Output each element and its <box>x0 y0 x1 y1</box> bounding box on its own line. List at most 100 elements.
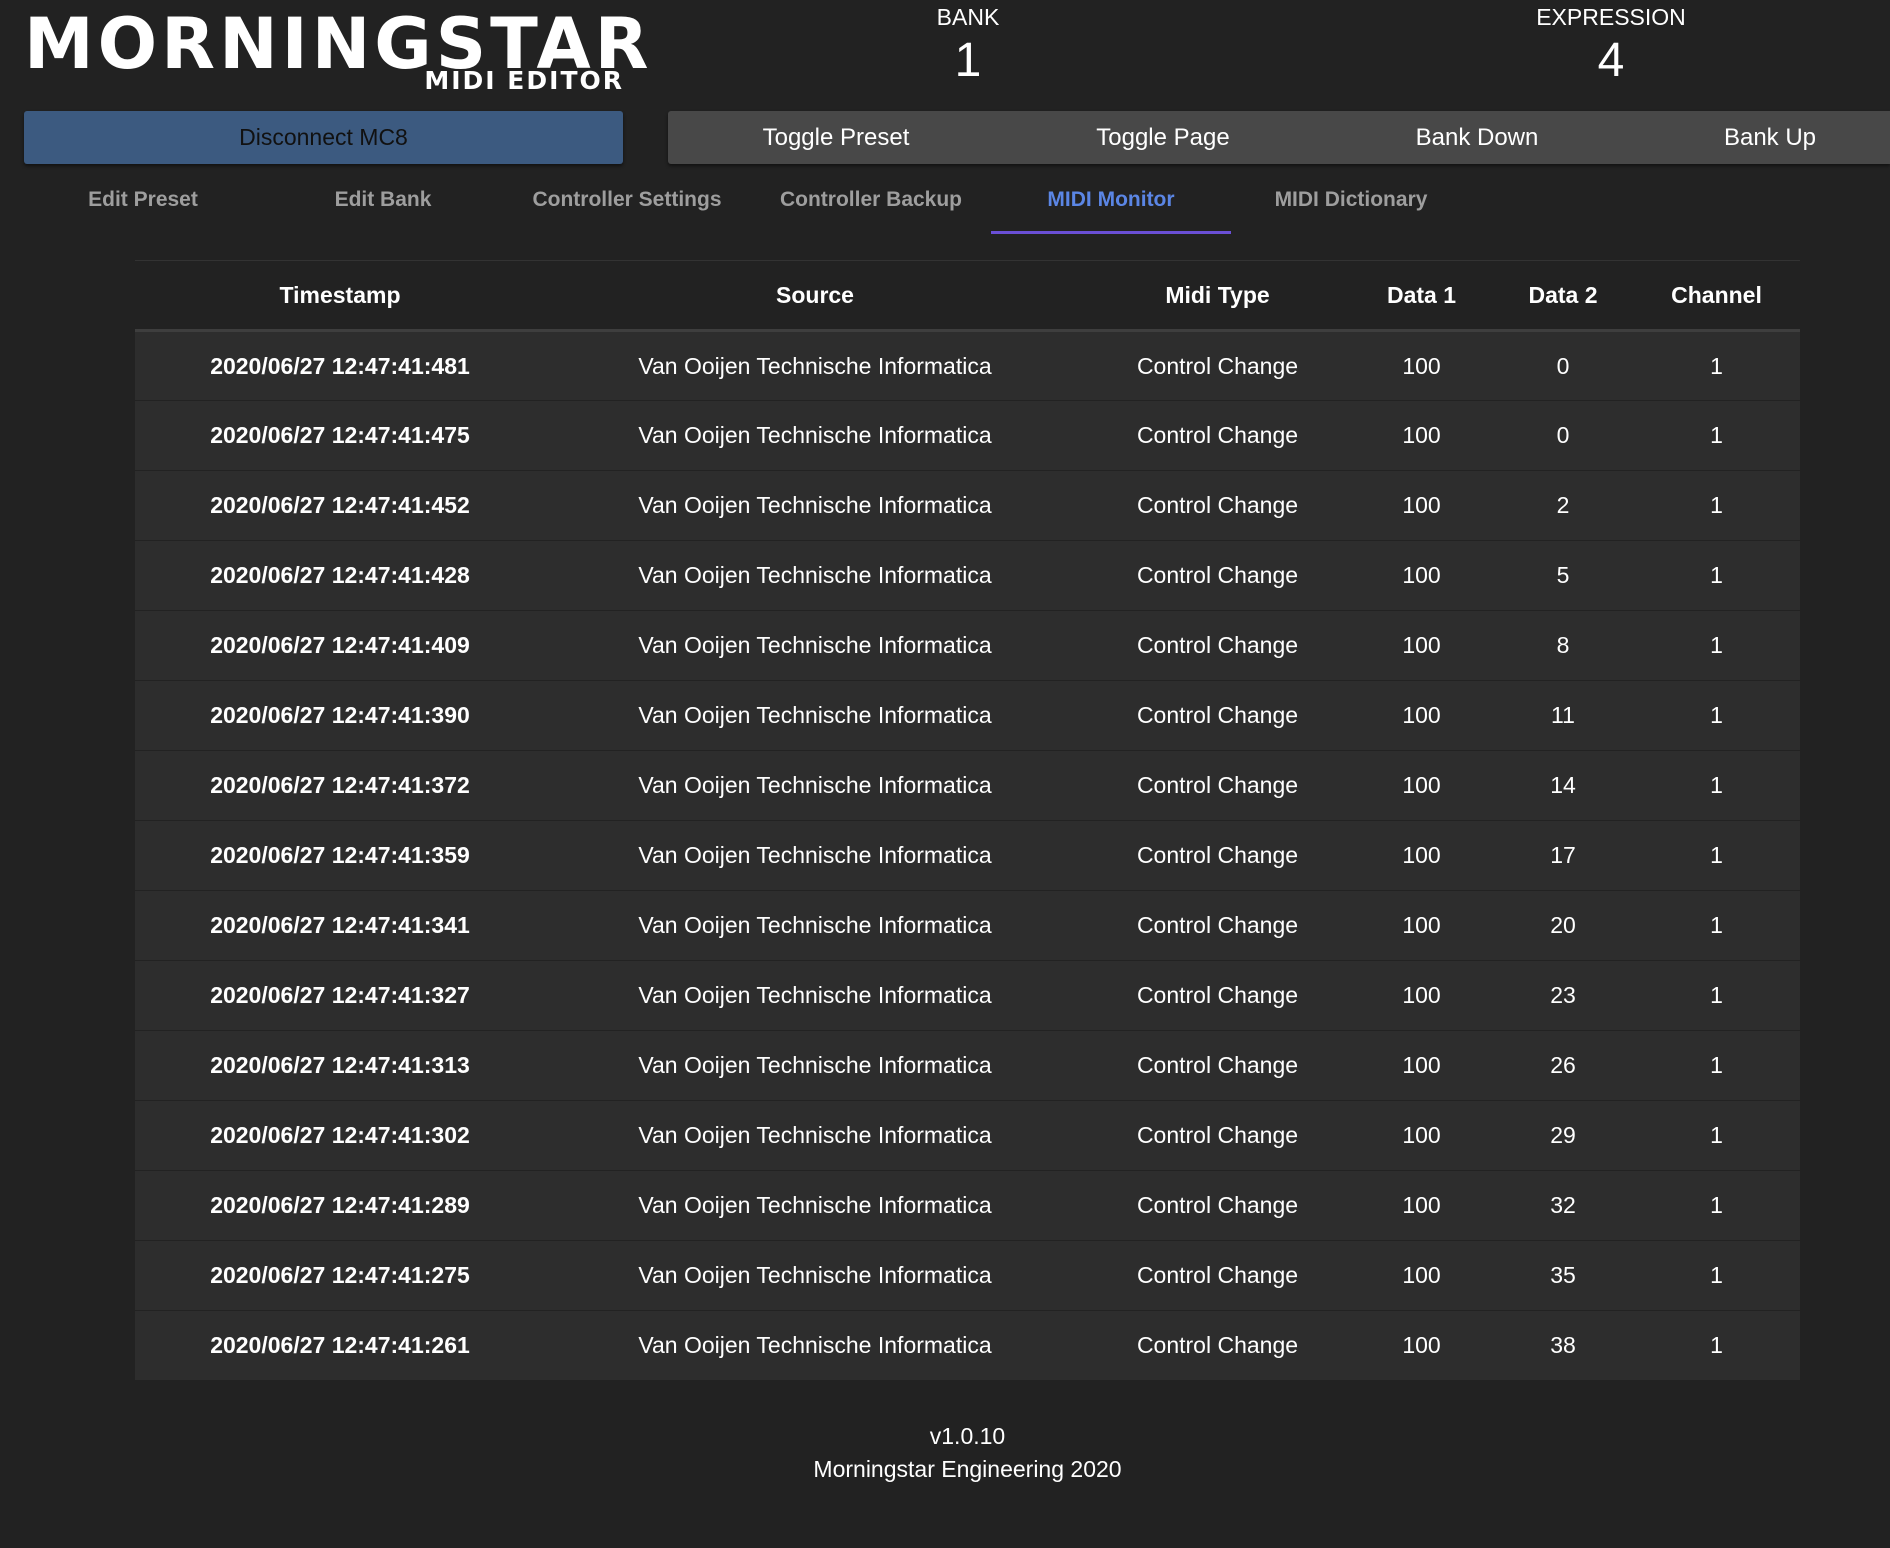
data2-cell: 0 <box>1556 352 1570 379</box>
data1-cell: 100 <box>1402 702 1441 728</box>
timestamp-cell: 2020/06/27 12:47:41:390 <box>210 702 470 728</box>
table-row: 2020/06/27 12:47:41:341 Van Ooijen Techni… <box>135 890 1800 961</box>
channel-cell: 1 <box>1710 772 1723 798</box>
midi-type-cell: Control Change <box>1136 422 1299 448</box>
data2-cell: 8 <box>1556 632 1570 658</box>
controller-actions-bar: Toggle Preset Toggle Page Bank Down Bank… <box>668 111 1890 164</box>
source-cell: Van Ooijen Technische Informatica <box>638 492 992 518</box>
expression-indicator: EXPRESSION 4 <box>1481 2 1741 90</box>
column-header-timestamp: Timestamp <box>279 281 401 308</box>
source-cell: Van Ooijen Technische Informatica <box>638 1332 992 1358</box>
table-row: 2020/06/27 12:47:41:359 Van Ooijen Techni… <box>135 820 1800 891</box>
bank-label: BANK <box>936 4 1000 30</box>
column-header-source: Source <box>776 281 854 308</box>
data1-cell: 100 <box>1402 1262 1441 1288</box>
data2-cell: 38 <box>1550 1332 1576 1358</box>
bank-down-button[interactable]: Bank Down <box>1357 111 1597 164</box>
midi-type-cell: Control Change <box>1136 562 1299 588</box>
source-cell: Van Ooijen Technische Informatica <box>638 1122 992 1148</box>
table-row: 2020/06/27 12:47:41:372 Van Ooijen Techni… <box>135 750 1800 821</box>
data2-cell: 26 <box>1550 1052 1576 1078</box>
toggle-page-button[interactable]: Toggle Page <box>1043 111 1283 164</box>
timestamp-cell: 2020/06/27 12:47:41:289 <box>210 1192 470 1218</box>
data1-cell: 100 <box>1402 1052 1441 1078</box>
tab-edit-preset[interactable]: Edit Preset <box>23 176 263 234</box>
channel-cell: 1 <box>1710 492 1723 518</box>
data1-cell: 100 <box>1402 982 1441 1008</box>
data2-cell: 5 <box>1556 562 1570 588</box>
timestamp-cell: 2020/06/27 12:47:41:359 <box>210 842 470 868</box>
bank-indicator: BANK 1 <box>838 2 1098 90</box>
table-row: 2020/06/27 12:47:41:409 Van Ooijen Techni… <box>135 610 1800 681</box>
disconnect-button[interactable]: Disconnect MC8 <box>24 111 623 164</box>
column-header-data2: Data 2 <box>1528 281 1598 308</box>
source-cell: Van Ooijen Technische Informatica <box>638 1262 992 1288</box>
timestamp-cell: 2020/06/27 12:47:41:275 <box>210 1262 470 1288</box>
data1-cell: 100 <box>1402 352 1441 379</box>
midi-type-cell: Control Change <box>1136 1122 1299 1148</box>
timestamp-cell: 2020/06/27 12:47:41:302 <box>210 1122 470 1148</box>
table-row: 2020/06/27 12:47:41:327 Van Ooijen Techni… <box>135 960 1800 1031</box>
midi-type-cell: Control Change <box>1136 982 1299 1008</box>
table-body: 2020/06/27 12:47:41:481 Van Ooijen Techni… <box>135 330 1800 1381</box>
channel-cell: 1 <box>1710 632 1723 658</box>
expression-label: EXPRESSION <box>1536 4 1686 30</box>
tab-edit-bank[interactable]: Edit Bank <box>263 176 503 234</box>
timestamp-cell: 2020/06/27 12:47:41:313 <box>210 1052 470 1078</box>
data2-cell: 11 <box>1551 702 1575 728</box>
toggle-preset-button[interactable]: Toggle Preset <box>716 111 956 164</box>
tab-controller-backup[interactable]: Controller Backup <box>751 176 991 234</box>
table-row: 2020/06/27 12:47:41:481 Van Ooijen Techni… <box>135 330 1800 401</box>
data1-cell: 100 <box>1402 492 1441 518</box>
data2-cell: 14 <box>1550 772 1576 798</box>
source-cell: Van Ooijen Technische Informatica <box>638 702 992 728</box>
data2-cell: 32 <box>1550 1192 1576 1218</box>
data1-cell: 100 <box>1402 1332 1441 1358</box>
tab-midi-dictionary[interactable]: MIDI Dictionary <box>1231 176 1471 234</box>
column-header-midi-type: Midi Type <box>1165 281 1270 308</box>
tab-midi-monitor[interactable]: MIDI Monitor <box>991 176 1231 234</box>
table-header-row: Timestamp Source Midi Type Data 1 Data 2… <box>135 260 1800 331</box>
copyright-text: Morningstar Engineering 2020 <box>813 1456 1122 1482</box>
table-row: 2020/06/27 12:47:41:475 Van Ooijen Techni… <box>135 400 1800 471</box>
midi-monitor-panel: Timestamp Source Midi Type Data 1 Data 2… <box>135 260 1800 1381</box>
channel-cell: 1 <box>1710 562 1723 588</box>
source-cell: Van Ooijen Technische Informatica <box>638 1192 992 1218</box>
midi-type-cell: Control Change <box>1136 842 1299 868</box>
table-row: 2020/06/27 12:47:41:428 Van Ooijen Techni… <box>135 540 1800 611</box>
expression-value: 4 <box>1597 34 1625 87</box>
data2-cell: 0 <box>1556 422 1570 448</box>
table-row: 2020/06/27 12:47:41:452 Van Ooijen Techni… <box>135 470 1800 541</box>
channel-cell: 1 <box>1710 842 1723 868</box>
version-text: v1.0.10 <box>929 1423 1006 1449</box>
midi-type-cell: Control Change <box>1136 352 1299 379</box>
channel-cell: 1 <box>1710 982 1723 1008</box>
midi-type-cell: Control Change <box>1136 1052 1299 1078</box>
channel-cell: 1 <box>1710 702 1723 728</box>
data2-cell: 17 <box>1550 842 1576 868</box>
table-row: 2020/06/27 12:47:41:275 Van Ooijen Techni… <box>135 1240 1800 1311</box>
logo-subtitle: MIDI EDITOR <box>424 66 624 95</box>
channel-cell: 1 <box>1710 912 1723 938</box>
source-cell: Van Ooijen Technische Informatica <box>638 352 992 379</box>
channel-cell: 1 <box>1710 1262 1723 1288</box>
bank-up-button[interactable]: Bank Up <box>1650 111 1890 164</box>
bank-value: 1 <box>954 34 982 87</box>
midi-type-cell: Control Change <box>1136 1192 1299 1218</box>
table-row: 2020/06/27 12:47:41:390 Van Ooijen Techni… <box>135 680 1800 751</box>
data1-cell: 100 <box>1402 912 1441 938</box>
channel-cell: 1 <box>1710 1192 1723 1218</box>
timestamp-cell: 2020/06/27 12:47:41:261 <box>210 1332 470 1358</box>
source-cell: Van Ooijen Technische Informatica <box>638 562 992 588</box>
timestamp-cell: 2020/06/27 12:47:41:341 <box>210 912 470 938</box>
source-cell: Van Ooijen Technische Informatica <box>638 632 992 658</box>
midi-type-cell: Control Change <box>1136 772 1299 798</box>
source-cell: Van Ooijen Technische Informatica <box>638 772 992 798</box>
source-cell: Van Ooijen Technische Informatica <box>638 842 992 868</box>
midi-type-cell: Control Change <box>1136 492 1299 518</box>
tab-controller-settings[interactable]: Controller Settings <box>507 176 747 234</box>
data2-cell: 29 <box>1550 1122 1576 1148</box>
channel-cell: 1 <box>1710 422 1723 448</box>
timestamp-cell: 2020/06/27 12:47:41:481 <box>210 352 470 379</box>
source-cell: Van Ooijen Technische Informatica <box>638 1052 992 1078</box>
